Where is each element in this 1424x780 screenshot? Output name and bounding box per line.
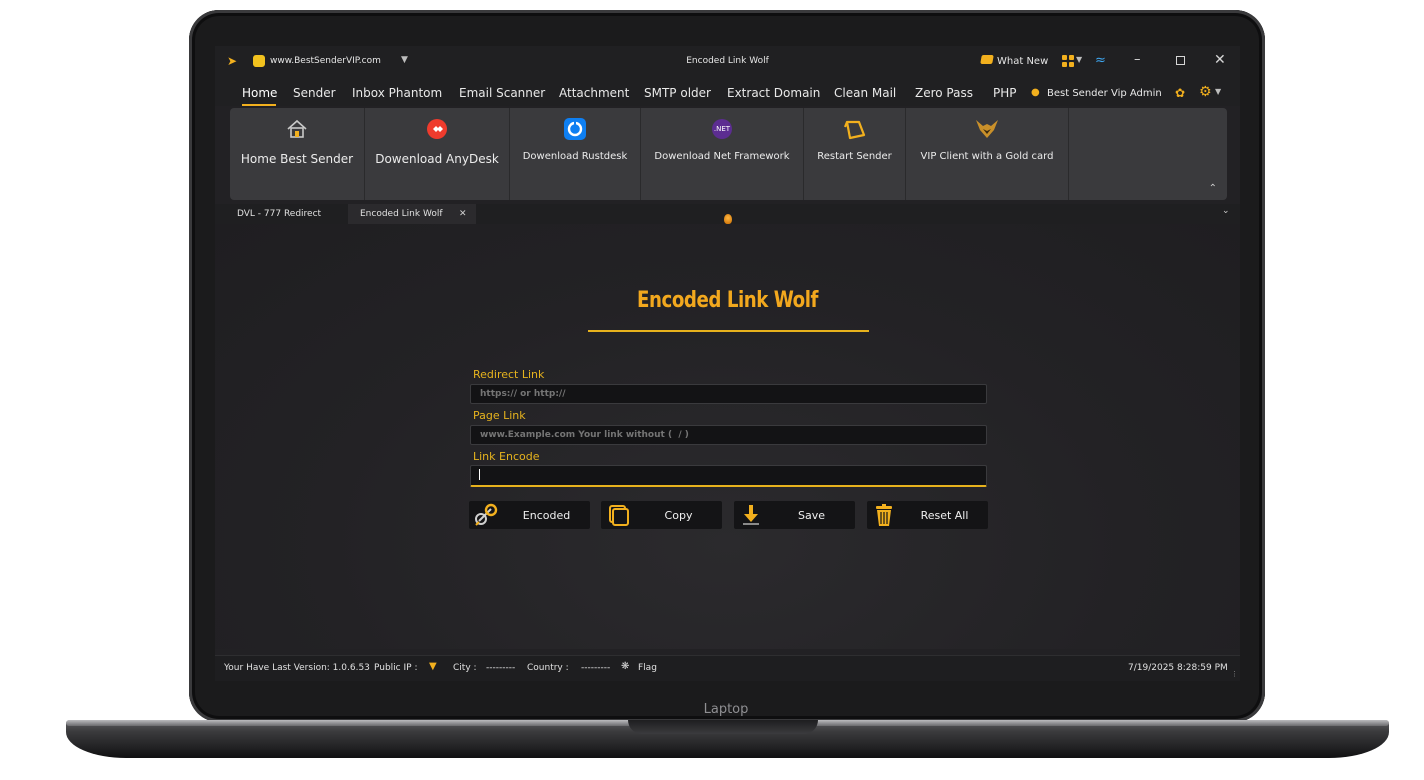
- laptop-notch: [628, 720, 818, 734]
- country-value: ---------: [581, 663, 611, 673]
- ribbon-label: Dowenload AnyDesk: [375, 152, 499, 166]
- dotnet-badge-text: .NET: [714, 125, 731, 133]
- tabs-dropdown-icon[interactable]: ⌄: [1222, 206, 1230, 216]
- active-menu-indicator: [242, 104, 276, 106]
- save-label: Save: [797, 509, 825, 522]
- menu-email-scanner[interactable]: Email Scanner: [459, 86, 545, 100]
- city-value: ---------: [486, 663, 516, 673]
- anydesk-icon: [424, 118, 450, 140]
- redirect-link-input[interactable]: [470, 384, 987, 404]
- page-link-input[interactable]: [470, 425, 987, 445]
- house-icon: [284, 118, 310, 140]
- ticket-icon: [980, 55, 994, 64]
- ribbon-label: Dowenload Rustdesk: [522, 151, 628, 162]
- wolf-icon: [974, 118, 1000, 140]
- restart-icon: [842, 118, 868, 140]
- datetime: 7/19/2025 8:28:59 PM: [1128, 663, 1228, 673]
- flag-loading-icon: ❋: [621, 661, 630, 672]
- close-button[interactable]: ✕: [1214, 52, 1226, 68]
- ribbon-label: Home Best Sender: [240, 152, 354, 166]
- dotnet-icon: .NET: [709, 118, 735, 140]
- tab-dvl-redirect[interactable]: DVL - 777 Redirect: [220, 204, 345, 224]
- link-encode-label: Link Encode: [473, 450, 540, 463]
- city-label: City :: [453, 663, 477, 673]
- encoded-button[interactable]: Encoded: [469, 501, 590, 529]
- user-icon: ●: [1031, 87, 1040, 98]
- menu-home[interactable]: Home: [242, 86, 277, 100]
- collapse-ribbon-icon[interactable]: ⌃: [1209, 183, 1217, 194]
- version-text: Your Have Last Version: 1.0.6.53: [224, 663, 370, 673]
- tab-label: Encoded Link Wolf: [360, 209, 443, 219]
- rustdesk-icon: [562, 118, 588, 140]
- wolf-icon: ▼: [429, 661, 437, 672]
- apps-grid-icon[interactable]: [1062, 55, 1074, 67]
- laptop-label: Laptop: [703, 702, 749, 717]
- public-ip-label: Public IP :: [374, 663, 418, 673]
- chevron-down-icon[interactable]: ▼: [1076, 55, 1082, 64]
- reset-all-button[interactable]: Reset All: [867, 501, 988, 529]
- download-rustdesk-button[interactable]: Dowenload Rustdesk: [510, 108, 641, 200]
- tab-encoded-link-wolf[interactable]: Encoded Link Wolf: [348, 204, 476, 224]
- main-content: Encoded Link Wolf Redirect Link Page Lin…: [215, 224, 1240, 649]
- menu-bar: Home Sender Inbox Phantom Email Scanner …: [215, 76, 1240, 106]
- whats-new-button[interactable]: What New: [997, 56, 1048, 67]
- minimize-button[interactable]: –: [1134, 52, 1141, 67]
- menu-smtp-older[interactable]: SMTP older: [644, 86, 711, 100]
- ribbon-label: Restart Sender: [817, 151, 892, 162]
- maximize-button[interactable]: [1176, 56, 1185, 65]
- status-bar: Your Have Last Version: 1.0.6.53 Public …: [215, 655, 1240, 681]
- page-title: Encoded Link Wolf: [637, 288, 818, 313]
- download-arrow-icon: [738, 503, 764, 527]
- menu-sender[interactable]: Sender: [293, 86, 336, 100]
- gear-icon[interactable]: ⚙: [1199, 84, 1212, 100]
- flag-label: Flag: [638, 663, 657, 673]
- app-window: ➤ www.BestSenderVIP.com ▼ Encoded Link W…: [215, 46, 1240, 681]
- country-label: Country :: [527, 663, 569, 673]
- vip-client-button[interactable]: VIP Client with a Gold card: [906, 108, 1069, 200]
- ribbon-label: Dowenload Net Framework: [654, 151, 790, 162]
- runner-icon[interactable]: ✿: [1175, 86, 1185, 100]
- home-best-sender-button[interactable]: Home Best Sender: [230, 108, 365, 200]
- trash-icon: [871, 503, 897, 527]
- ribbon-toolbar: Home Best Sender Dowenload AnyDesk Dowen…: [230, 108, 1227, 200]
- user-name[interactable]: Best Sender Vip Admin: [1047, 88, 1162, 99]
- link-encode-icon: [473, 503, 499, 527]
- restart-sender-button[interactable]: Restart Sender: [804, 108, 906, 200]
- download-net-framework-button[interactable]: .NET Dowenload Net Framework: [641, 108, 804, 200]
- wifi-icon: ≈: [1095, 53, 1106, 68]
- save-button[interactable]: Save: [734, 501, 855, 529]
- copy-icon: [605, 503, 631, 527]
- copy-label: Copy: [664, 509, 693, 522]
- title-bar: ➤ www.BestSenderVIP.com ▼ Encoded Link W…: [215, 46, 1240, 76]
- menu-zero-pass[interactable]: Zero Pass: [915, 86, 973, 100]
- menu-clean-mail[interactable]: Clean Mail: [834, 86, 896, 100]
- window-title: Encoded Link Wolf: [686, 56, 769, 66]
- encoded-label: Encoded: [522, 509, 571, 522]
- download-anydesk-button[interactable]: Dowenload AnyDesk: [365, 108, 510, 200]
- notification-dot: [724, 214, 732, 224]
- menu-inbox-phantom[interactable]: Inbox Phantom: [352, 86, 442, 100]
- link-encode-input[interactable]: [470, 465, 987, 487]
- copy-button[interactable]: Copy: [601, 501, 722, 529]
- title-underline: [588, 330, 869, 332]
- menu-attachment[interactable]: Attachment: [559, 86, 629, 100]
- redirect-link-label: Redirect Link: [473, 368, 545, 381]
- tab-close-icon[interactable]: ✕: [459, 209, 467, 219]
- chevron-down-icon[interactable]: ▼: [1215, 87, 1221, 96]
- menu-extract-domain[interactable]: Extract Domain: [727, 86, 820, 100]
- resize-grip-icon[interactable]: ⋮⋮: [1231, 670, 1240, 678]
- menu-php[interactable]: PHP: [993, 86, 1017, 100]
- text-cursor: [479, 469, 480, 480]
- page-link-label: Page Link: [473, 409, 526, 422]
- ribbon-label: VIP Client with a Gold card: [920, 151, 1054, 162]
- reset-all-label: Reset All: [920, 509, 969, 522]
